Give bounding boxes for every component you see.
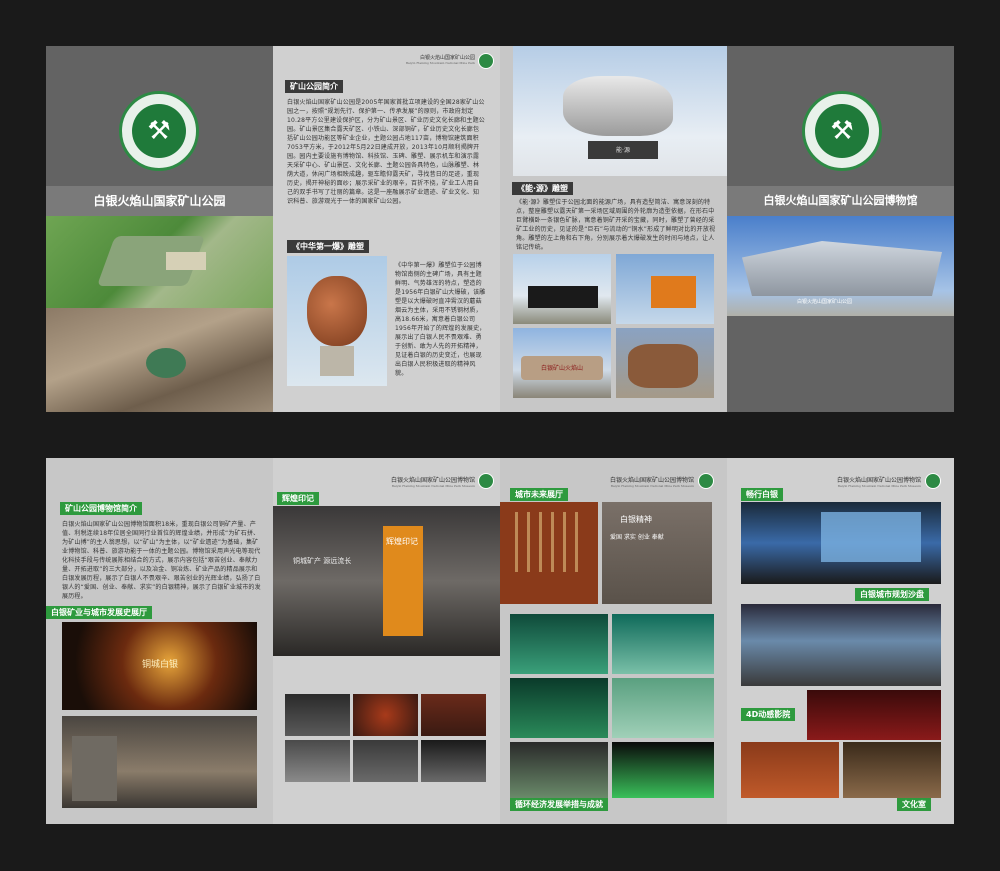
green-hall-photo-3 [510,678,608,738]
panel-header: 白银火焰山国家矿山公园博物馆 Baiyin Flaming Mountain N… [609,477,694,488]
bottom-panel-3: 白银火焰山国家矿山公园博物馆 Baiyin Flaming Mountain N… [500,458,727,824]
park-logo: ⚒ [119,91,199,171]
bottom-panel-1: 矿山公园博物馆简介 白银火焰山国家矿山公园博物馆面积18米，重现白银公司铜矿产量… [46,458,273,824]
sculpture-photo [287,256,387,386]
rock-photo [616,328,714,398]
top-panel-3: 能·源 《能·源》雕塑 《能·源》雕塑位于公园北面的能源广场，具有造型简洁、寓意… [500,46,727,412]
bottom-panel-4: 白银火焰山国家矿山公园博物馆 Baiyin Flaming Mountain N… [727,458,954,824]
glory-hall-photo: 辉煌印记 铜城矿产 源远流长 [273,506,500,656]
museum-logo: ⚒ [802,91,882,171]
culture-label: 文化室 [897,798,931,811]
top-panel-2: 白银火焰山国家矿山公园 Baiyin Flaming Mountain Nati… [273,46,500,412]
mini-logo-icon [478,473,494,489]
screen-text: 铜城白银 [142,660,179,670]
green-hall-photo-6 [612,742,714,798]
gallery-photo-1 [285,694,350,736]
gallery-photo-6 [421,740,486,782]
pickaxe-icon: ⚒ [830,116,854,146]
sand-table-photo [741,604,941,686]
pickaxe-icon: ⚒ [147,116,171,146]
panel-header: 白银火焰山国家矿山公园博物馆 Baiyin Flaming Mountain N… [390,477,475,488]
culture-room-photo-2 [843,742,941,798]
sand-table-label: 白银城市规划沙盘 [855,588,929,601]
section-title-baiyin: 畅行白银 [741,488,783,501]
gallery-photo-3 [421,694,486,736]
top-panel-1: ⚒ 白银火焰山国家矿山公园 [46,46,273,412]
green-hall-photo-4 [612,678,714,738]
aerial-park-photo [46,216,273,308]
museum-title: 白银火焰山国家矿山公园博物馆 [763,194,918,207]
park-title: 白银火焰山国家矿山公园 [93,194,226,208]
wall-text: 铜城矿产 源远流长 [293,557,352,565]
locomotive-photo [513,254,611,324]
banner-text: 辉煌印记 [386,537,418,546]
section-title-intro: 矿山公园博物馆简介 [60,502,142,515]
stone-sign-photo: 白银矿山火焰山 [513,328,611,398]
section-title-glory: 辉煌印记 [277,492,319,505]
open-pit-mine-photo [46,308,273,412]
museum-building-photo: 白银火焰山国家矿山公园 [727,216,954,316]
excavator-photo [616,254,714,324]
green-hall-photo-2 [612,614,714,674]
neng-yuan-text: 《能·源》雕塑位于公园北面的能源广场，具有造型简洁、寓意深刻的特点，整座雕塑以露… [516,199,716,250]
section-title-sculpture: 《中华第一爆》雕塑 [287,240,369,253]
plaque-text: 能·源 [616,147,630,154]
panel-header: 白银火焰山国家矿山公园博物馆 Baiyin Flaming Mountain N… [836,477,921,488]
cinema-photo [807,690,941,740]
museum-sign: 白银火焰山国家矿山公园 [797,299,853,305]
screen-hall-photo [741,502,941,584]
stone-sculpture-photo: 能·源 [513,46,727,176]
culture-room-photo-1 [741,742,839,798]
section-title-neng-yuan: 《能·源》雕塑 [512,182,574,195]
cart-sign-text: 白银矿山火焰山 [540,365,583,372]
cinema-label: 4D动感影院 [741,708,796,721]
bottom-panel-2: 白银火焰山国家矿山公园博物馆 Baiyin Flaming Mountain N… [273,458,500,824]
section-title-intro: 矿山公园简介 [285,80,343,93]
intro-text: 白银火焰山国家矿山公园博物馆面积18米，重现白银公司铜矿产量、产值、利税连续18… [62,521,261,600]
history-hall-photo: 铜城白银 [62,622,257,710]
gallery-photo-4 [285,740,350,782]
spirit-line: 爱国 求实 创业 奉献 [610,534,664,541]
mini-logo-icon [478,53,494,69]
section-title-circular: 循环经济发展举措与成就 [510,798,608,811]
top-panel-4: ⚒ 白银火焰山国家矿山公园博物馆 白银火焰山国家矿山公园 [727,46,954,412]
exhibition-hall-photo [62,716,257,808]
panel-header: 白银火焰山国家矿山公园 Baiyin Flaming Mountain Nati… [405,55,475,65]
section-title-future: 城市未来展厅 [510,488,568,501]
section-title-history: 白银矿业与城市发展史展厅 [46,606,152,619]
spirit-title: 白银精神 [620,515,652,524]
green-hall-photo-1 [510,614,608,674]
spirit-wall-photo: 白银精神 爱国 求实 创业 奉献 [602,502,712,604]
mini-logo-icon [698,473,714,489]
gallery-photo-5 [353,740,418,782]
mini-logo-icon [925,473,941,489]
gallery-photo-2 [353,694,418,736]
sculpture-text: 《中华第一爆》雕塑位于公园博物馆南侧的主碑广场，具有主题鲜明、气势雄浑的特点，塑… [395,262,486,377]
calligraphy-wall-photo [500,502,598,604]
green-hall-photo-5 [510,742,608,798]
